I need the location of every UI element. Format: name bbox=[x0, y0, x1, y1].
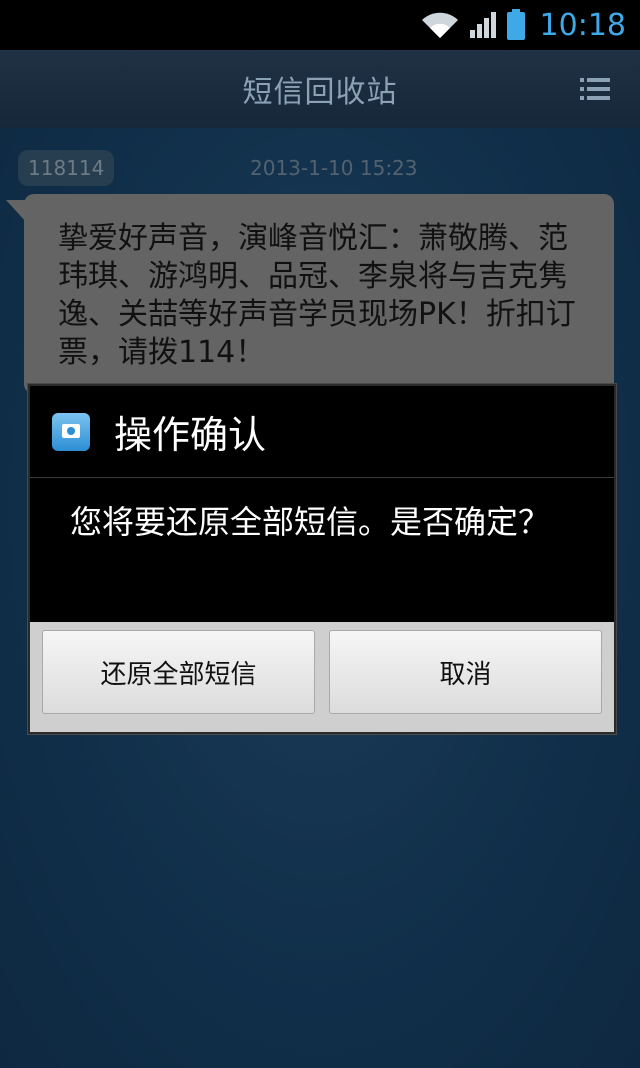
list-menu-icon[interactable] bbox=[580, 78, 610, 100]
app-icon bbox=[52, 412, 90, 451]
status-bar: 10:18 bbox=[0, 0, 640, 50]
app-title: 短信回收站 bbox=[242, 75, 398, 110]
status-clock: 10:18 bbox=[539, 7, 626, 43]
dialog-message: 您将要还原全部短信。是否确定？ bbox=[70, 503, 551, 541]
restore-all-button[interactable]: 还原全部短信 bbox=[42, 630, 315, 714]
wifi-icon bbox=[421, 12, 458, 38]
dialog-title: 操作确认 bbox=[114, 413, 267, 457]
app-header: 短信回收站 bbox=[0, 50, 640, 128]
confirm-dialog: 操作确认 您将要还原全部短信。是否确定？ 还原全部短信 取消 bbox=[28, 384, 616, 734]
signal-icon bbox=[469, 12, 496, 38]
dialog-header: 操作确认 bbox=[30, 386, 614, 478]
dialog-button-bar: 还原全部短信 取消 bbox=[30, 622, 614, 732]
battery-icon bbox=[506, 9, 525, 40]
cancel-button[interactable]: 取消 bbox=[329, 630, 602, 714]
